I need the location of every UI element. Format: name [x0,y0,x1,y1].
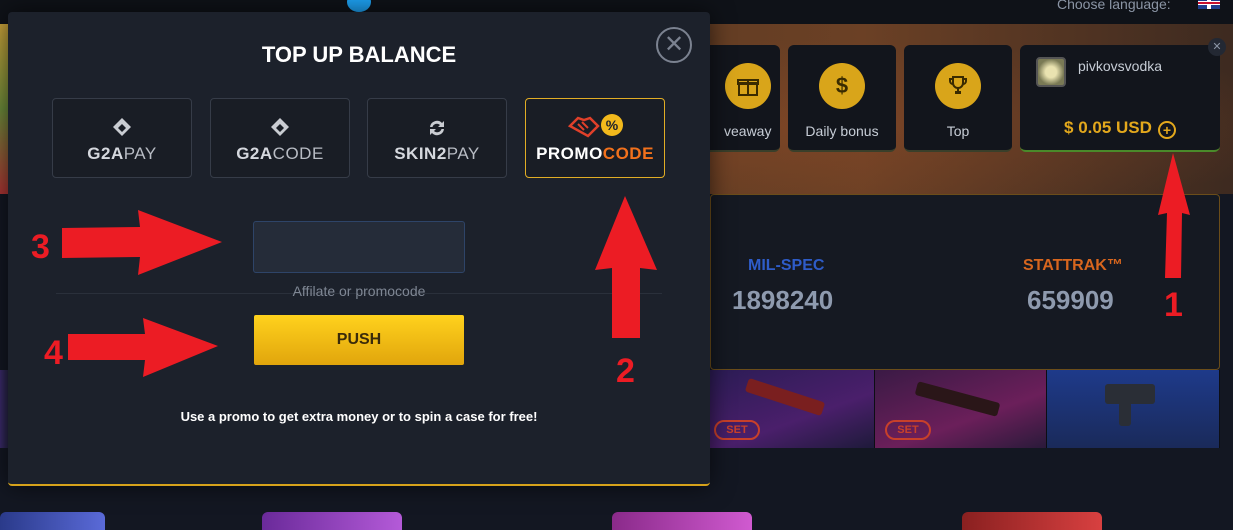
page: Choose language: veaway $ Daily bonus To… [0,0,1233,530]
arrow-right-icon [62,210,222,275]
annotation-arrows [62,153,1190,377]
arrow-up-icon [595,196,657,338]
annotation-number: 3 [31,228,50,266]
arrow-right-icon [68,318,218,377]
annotation-number: 1 [1164,286,1183,324]
annotation-number: 4 [44,334,63,372]
arrow-up-icon [1158,153,1190,278]
annotation-number: 2 [616,352,635,390]
